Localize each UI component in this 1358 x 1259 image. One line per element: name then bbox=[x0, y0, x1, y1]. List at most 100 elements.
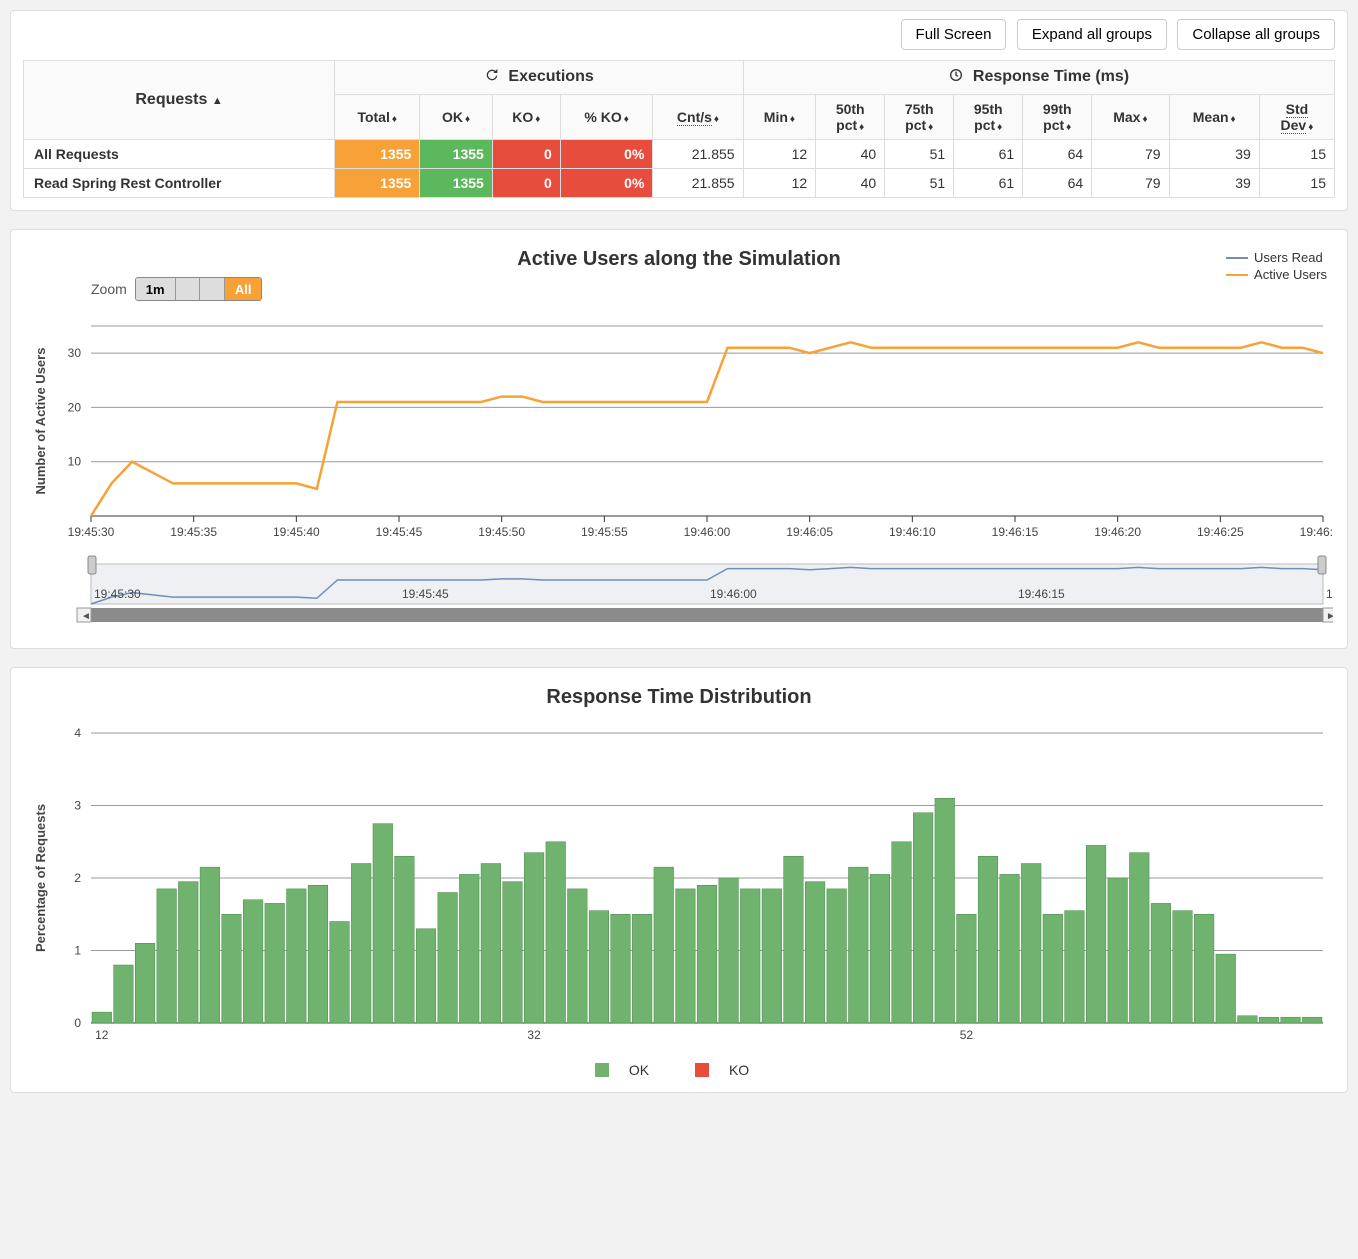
chart2-title: Response Time Distribution bbox=[23, 686, 1335, 709]
col-pko[interactable]: % KO♦ bbox=[560, 95, 653, 140]
svg-text:4: 4 bbox=[74, 726, 81, 740]
svg-text:19:46:20: 19:46:20 bbox=[1094, 525, 1141, 539]
header-response-time: Response Time (ms) bbox=[743, 61, 1334, 95]
svg-text:30: 30 bbox=[68, 346, 82, 360]
svg-text:32: 32 bbox=[527, 1028, 541, 1042]
svg-text:19:45:40: 19:45:40 bbox=[273, 525, 320, 539]
col-p75[interactable]: 75thpct♦ bbox=[885, 95, 954, 140]
table-row[interactable]: Read Spring Rest Controller1355135500%21… bbox=[24, 169, 1335, 198]
header-executions-label: Executions bbox=[508, 68, 593, 85]
svg-text:19:46:30: 19:46:30 bbox=[1300, 525, 1333, 539]
svg-text:19:46:10: 19:46:10 bbox=[889, 525, 936, 539]
zoom-blank1-button[interactable]: . bbox=[176, 278, 201, 300]
zoom-blank2-button[interactable]: . bbox=[200, 278, 225, 300]
svg-text:19:45:45: 19:45:45 bbox=[402, 587, 449, 601]
cell-name: Read Spring Rest Controller bbox=[24, 169, 335, 198]
header-requests[interactable]: Requests ▲ bbox=[24, 61, 335, 140]
cell-name: All Requests bbox=[24, 140, 335, 169]
cell-total: 1355 bbox=[335, 140, 420, 169]
col-std[interactable]: StdDev♦ bbox=[1259, 95, 1334, 140]
svg-text:19:46:00: 19:46:00 bbox=[710, 587, 757, 601]
expand-all-button[interactable]: Expand all groups bbox=[1017, 19, 1167, 50]
refresh-icon bbox=[484, 67, 500, 88]
svg-text:19:45:30: 19:45:30 bbox=[94, 587, 141, 601]
svg-text:Number of Active Users: Number of Active Users bbox=[33, 348, 48, 495]
svg-text:19…: 19… bbox=[1326, 587, 1333, 601]
cell-min: 12 bbox=[743, 140, 816, 169]
stats-panel: Full Screen Expand all groups Collapse a… bbox=[10, 10, 1348, 211]
svg-text:2: 2 bbox=[74, 871, 81, 885]
cell-std: 15 bbox=[1259, 140, 1334, 169]
cell-cnts: 21.855 bbox=[653, 140, 743, 169]
col-p50[interactable]: 50thpct♦ bbox=[816, 95, 885, 140]
col-ok[interactable]: OK♦ bbox=[420, 95, 493, 140]
cell-p50: 40 bbox=[816, 140, 885, 169]
legend-swatch-ok bbox=[595, 1063, 609, 1077]
header-executions: Executions bbox=[335, 61, 743, 95]
clock-icon bbox=[948, 67, 964, 88]
svg-text:19:46:15: 19:46:15 bbox=[992, 525, 1039, 539]
toolbar: Full Screen Expand all groups Collapse a… bbox=[23, 19, 1335, 50]
cell-mean: 39 bbox=[1169, 140, 1259, 169]
cell-p95: 61 bbox=[954, 169, 1023, 198]
col-cnts[interactable]: Cnt/s♦ bbox=[653, 95, 743, 140]
active-users-chart: 10 20 30 19:45:30 19:45:35 19:45:40 19:45:45 19… bbox=[23, 301, 1333, 631]
svg-text:19:46:25: 19:46:25 bbox=[1197, 525, 1244, 539]
table-row[interactable]: All Requests1355135500%21.85512405161647… bbox=[24, 140, 1335, 169]
svg-text:19:45:45: 19:45:45 bbox=[376, 525, 423, 539]
sort-asc-icon: ▲ bbox=[212, 95, 223, 107]
col-total[interactable]: Total♦ bbox=[335, 95, 420, 140]
cell-ko: 0 bbox=[492, 140, 560, 169]
svg-text:19:46:15: 19:46:15 bbox=[1018, 587, 1065, 601]
cell-p95: 61 bbox=[954, 140, 1023, 169]
col-mean[interactable]: Mean♦ bbox=[1169, 95, 1259, 140]
legend-label-users-read: Users Read bbox=[1254, 250, 1323, 265]
cell-ok: 1355 bbox=[420, 169, 493, 198]
cell-p75: 51 bbox=[885, 169, 954, 198]
svg-text:19:45:30: 19:45:30 bbox=[68, 525, 115, 539]
cell-pko: 0% bbox=[560, 169, 653, 198]
legend-label-ko: KO bbox=[729, 1062, 749, 1078]
cell-min: 12 bbox=[743, 169, 816, 198]
cell-std: 15 bbox=[1259, 169, 1334, 198]
active-users-panel: Active Users along the Simulation Users … bbox=[10, 229, 1348, 649]
cell-pko: 0% bbox=[560, 140, 653, 169]
svg-text:◄: ◄ bbox=[81, 611, 91, 622]
zoom-bar: Zoom 1m . . All bbox=[91, 277, 1335, 301]
zoom-1m-button[interactable]: 1m bbox=[136, 278, 176, 300]
col-p95[interactable]: 95thpct♦ bbox=[954, 95, 1023, 140]
zoom-all-button[interactable]: All bbox=[225, 278, 262, 300]
svg-text:3: 3 bbox=[74, 799, 81, 813]
header-requests-label: Requests bbox=[135, 91, 207, 108]
cell-ko: 0 bbox=[492, 169, 560, 198]
svg-text:12: 12 bbox=[95, 1028, 109, 1042]
svg-text:19:45:55: 19:45:55 bbox=[581, 525, 628, 539]
legend-label-active-users: Active Users bbox=[1254, 267, 1327, 282]
col-p99[interactable]: 99thpct♦ bbox=[1023, 95, 1092, 140]
legend-line-active-users bbox=[1226, 274, 1248, 276]
legend-swatch-ko bbox=[695, 1063, 709, 1077]
full-screen-button[interactable]: Full Screen bbox=[901, 19, 1007, 50]
svg-text:1: 1 bbox=[74, 944, 81, 958]
cell-cnts: 21.855 bbox=[653, 169, 743, 198]
svg-text:10: 10 bbox=[68, 455, 82, 469]
col-max[interactable]: Max♦ bbox=[1092, 95, 1169, 140]
chart1-title: Active Users along the Simulation bbox=[23, 248, 1335, 271]
svg-text:0: 0 bbox=[74, 1016, 81, 1030]
svg-text:20: 20 bbox=[68, 400, 82, 414]
legend-label-ok: OK bbox=[629, 1062, 649, 1078]
chart2-legend: OK KO bbox=[23, 1062, 1335, 1080]
svg-text:19:45:35: 19:45:35 bbox=[170, 525, 217, 539]
svg-text:►: ► bbox=[1326, 611, 1333, 622]
cell-max: 79 bbox=[1092, 169, 1169, 198]
response-dist-chart: 01234Percentage of Requests123252 bbox=[23, 713, 1333, 1053]
svg-text:52: 52 bbox=[960, 1028, 974, 1042]
col-ko[interactable]: KO♦ bbox=[492, 95, 560, 140]
col-min[interactable]: Min♦ bbox=[743, 95, 816, 140]
legend-line-users-read bbox=[1226, 257, 1248, 259]
cell-p99: 64 bbox=[1023, 169, 1092, 198]
cell-p99: 64 bbox=[1023, 140, 1092, 169]
collapse-all-button[interactable]: Collapse all groups bbox=[1177, 19, 1335, 50]
zoom-label: Zoom bbox=[91, 281, 127, 297]
cell-max: 79 bbox=[1092, 140, 1169, 169]
